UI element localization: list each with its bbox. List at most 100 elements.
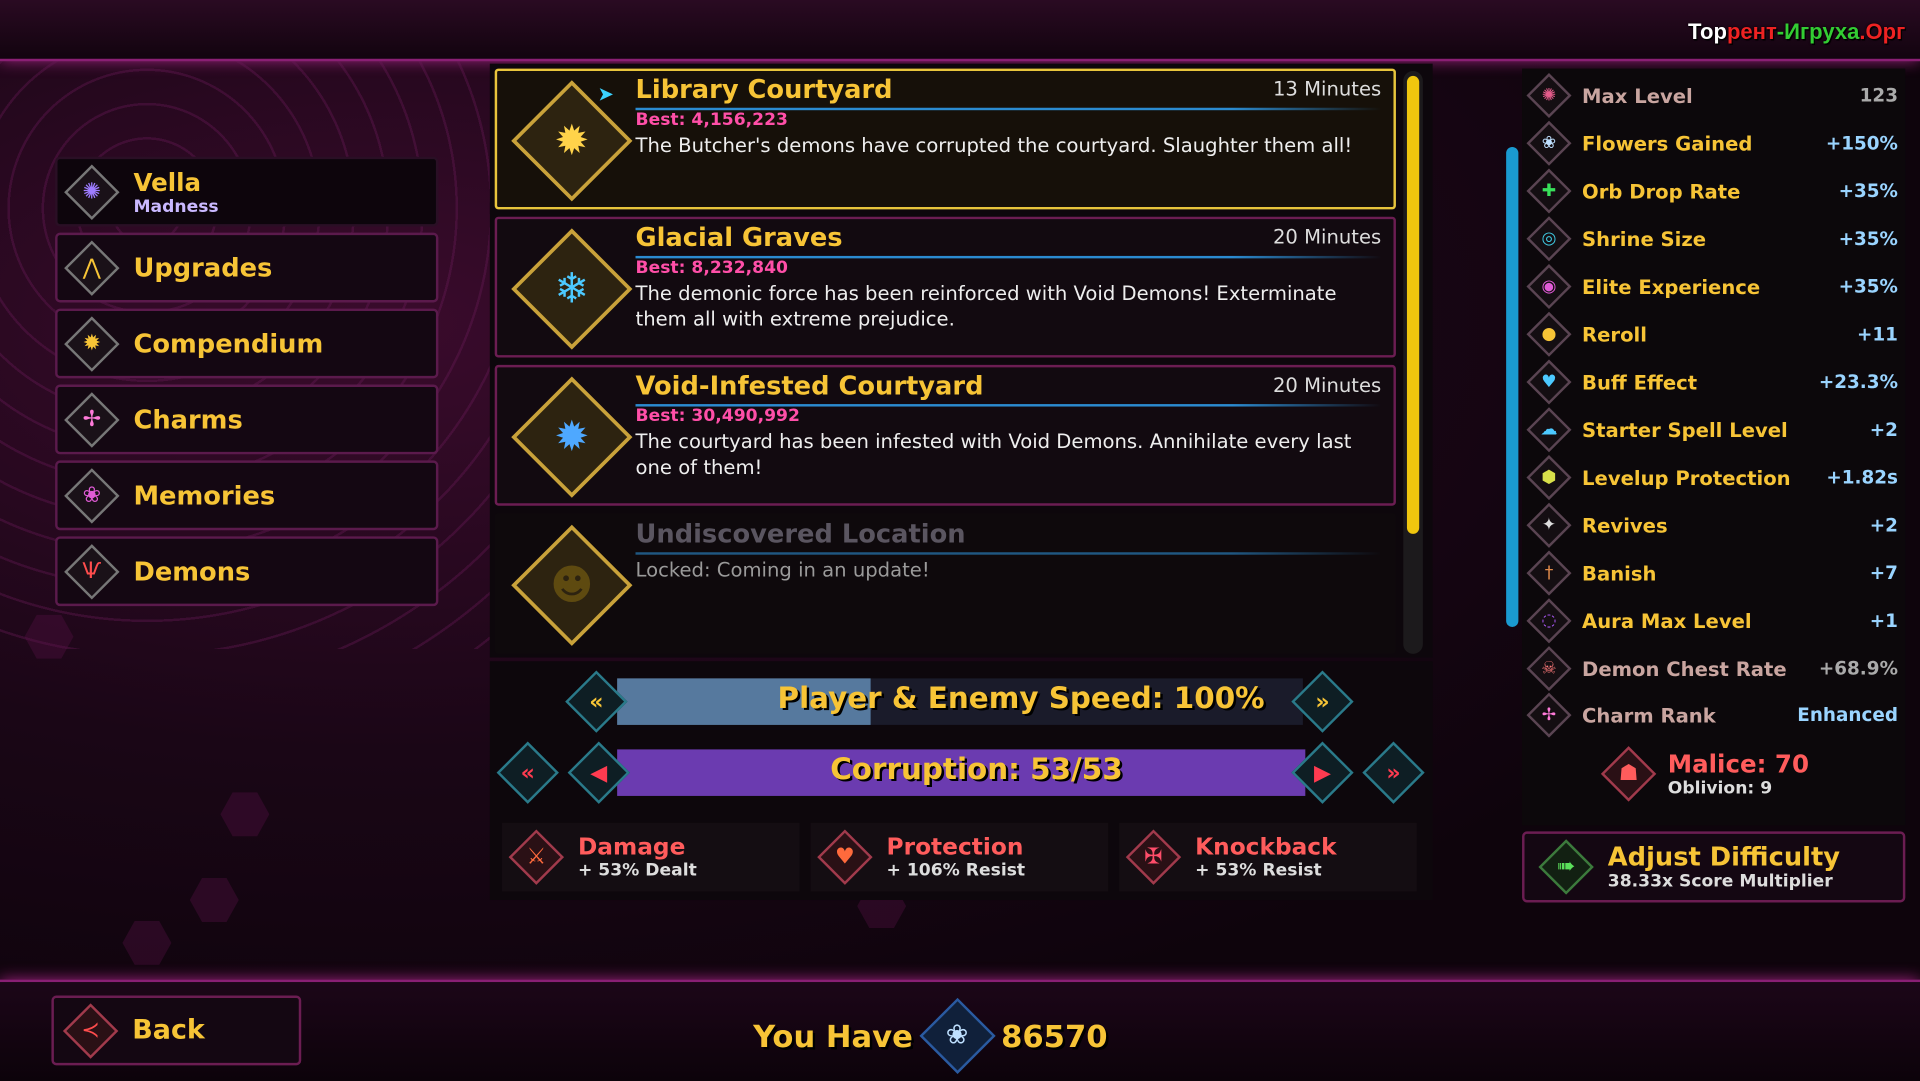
snowflake-icon: ❄ bbox=[514, 231, 629, 346]
background-hexagon bbox=[189, 877, 239, 923]
stat-value: Enhanced bbox=[1797, 704, 1898, 727]
menu-item-demons[interactable]: Ѱ Demons bbox=[55, 536, 439, 607]
adjust-difficulty-label: Adjust Difficulty bbox=[1607, 842, 1841, 872]
level-title: Void-Infested Courtyard bbox=[635, 371, 984, 401]
menu-item-charms[interactable]: ✢ Charms bbox=[55, 384, 439, 455]
level-description: The demonic force has been reinforced wi… bbox=[635, 281, 1337, 331]
stat-row: ◉ Elite Experience +35% bbox=[1531, 266, 1898, 308]
stats-accent-bar bbox=[1506, 146, 1519, 627]
stat-value: +2 bbox=[1869, 514, 1898, 537]
menu-item-label: Memories bbox=[133, 480, 276, 511]
level-card-void-infested-courtyard[interactable]: ✹ Void-Infested Courtyard 20 Minutes Bes… bbox=[494, 364, 1396, 506]
stat-name: Flowers Gained bbox=[1582, 131, 1753, 155]
stat-value: +2 bbox=[1869, 418, 1898, 441]
stat-row: † Banish +7 bbox=[1531, 552, 1898, 594]
stat-name: Shrine Size bbox=[1582, 227, 1707, 251]
stat-value: +1.82s bbox=[1826, 466, 1898, 489]
corruption-min-button[interactable]: « bbox=[501, 746, 555, 800]
level-title: Library Courtyard bbox=[635, 74, 893, 105]
spell-icon: ☁ bbox=[1531, 411, 1568, 448]
level-duration: 20 Minutes bbox=[1272, 225, 1382, 249]
stat-name: Revives bbox=[1582, 513, 1668, 537]
modifier-damage: ⚔ Damage + 53% Dealt bbox=[502, 822, 800, 892]
level-duration: 20 Minutes bbox=[1272, 373, 1382, 397]
game-screen: Торрент-Игруха.Орг ✺ Vella Madness ⋀ Upg… bbox=[0, 0, 1920, 1081]
orb-cross-icon: ✚ bbox=[1531, 173, 1568, 210]
modifier-name: Knockback bbox=[1195, 833, 1337, 861]
menu-item-memories[interactable]: ❀ Memories bbox=[55, 460, 439, 531]
back-button[interactable]: ≺ Back bbox=[51, 995, 302, 1066]
watermark: Торрент-Игруха.Орг bbox=[1687, 19, 1906, 45]
stat-row: ◌ Aura Max Level +1 bbox=[1531, 600, 1898, 642]
character-subtitle: Madness bbox=[133, 196, 219, 217]
stat-row: ✢ Charm Rank Enhanced bbox=[1531, 694, 1898, 736]
level-list-scroll-thumb[interactable] bbox=[1406, 75, 1420, 534]
level-card-glacial-graves[interactable]: ❄ Glacial Graves 20 Minutes Best: 8,232,… bbox=[494, 216, 1396, 358]
corruption-label: Corruption: 53/53 bbox=[830, 751, 1123, 787]
character-header[interactable]: ✺ Vella Madness bbox=[55, 156, 439, 227]
stat-name: Demon Chest Rate bbox=[1582, 656, 1787, 681]
modifier-protection: ♥ Protection + 106% Resist bbox=[810, 822, 1109, 892]
level-card-locked: ☻ Undiscovered Location Locked: Coming i… bbox=[494, 513, 1396, 654]
stat-row: ✺ Max Level 123 bbox=[1531, 75, 1898, 117]
background-hexagon bbox=[122, 920, 172, 965]
demon-chest-icon: ☠ bbox=[1531, 650, 1568, 687]
stat-row: ● Reroll +11 bbox=[1531, 313, 1898, 355]
score-multiplier: 38.33x Score Multiplier bbox=[1607, 871, 1833, 892]
speed-increase-button[interactable]: » bbox=[1296, 675, 1350, 729]
menu-item-compendium[interactable]: ✹ Compendium bbox=[55, 308, 439, 379]
stat-name: Orb Drop Rate bbox=[1582, 179, 1741, 203]
back-label: Back bbox=[132, 1015, 205, 1046]
stat-value: +35% bbox=[1838, 275, 1898, 298]
demon-icon: Ѱ bbox=[67, 547, 116, 596]
banish-dagger-icon: † bbox=[1531, 555, 1568, 592]
stat-name: Aura Max Level bbox=[1582, 609, 1752, 633]
modifier-value: + 53% Dealt bbox=[577, 860, 697, 881]
back-arrow-icon: ≺ bbox=[66, 1006, 115, 1055]
stat-value: +23.3% bbox=[1818, 371, 1898, 394]
currency-display: You Have ❀ 86570 bbox=[753, 1002, 1108, 1071]
level-duration: 13 Minutes bbox=[1272, 77, 1382, 101]
corruption-decrease-button[interactable]: ◀ bbox=[572, 746, 626, 800]
top-bar bbox=[0, 0, 1920, 62]
speed-decrease-button[interactable]: « bbox=[569, 675, 623, 729]
corruption-max-button[interactable]: » bbox=[1367, 746, 1421, 800]
stat-row: ☁ Starter Spell Level +2 bbox=[1531, 409, 1898, 451]
level-description: The courtyard has been infested with Voi… bbox=[635, 429, 1352, 479]
heart-shield-icon: ♥ bbox=[820, 833, 869, 882]
stat-name: Elite Experience bbox=[1582, 274, 1761, 299]
adjust-difficulty-button[interactable]: ➠ Adjust Difficulty 38.33x Score Multipli… bbox=[1522, 831, 1906, 903]
stat-value: +68.9% bbox=[1818, 657, 1898, 680]
level-description: Locked: Coming in an update! bbox=[635, 558, 930, 582]
menu-item-label: Upgrades bbox=[133, 252, 273, 283]
brain-icon: ❀ bbox=[67, 471, 116, 520]
sword-icon: ⚔ bbox=[512, 833, 561, 882]
menu-item-upgrades[interactable]: ⋀ Upgrades bbox=[55, 232, 439, 303]
level-card-library-courtyard[interactable]: ✹ ➤ Library Courtyard 13 Minutes Best: 4… bbox=[494, 68, 1396, 210]
flower-currency-icon: ❀ bbox=[923, 1002, 992, 1071]
knockback-shield-icon: ✠ bbox=[1129, 833, 1178, 882]
speed-label: Player & Enemy Speed: 100% bbox=[777, 680, 1265, 716]
stat-value: +7 bbox=[1869, 562, 1898, 585]
modifier-name: Protection bbox=[886, 833, 1024, 861]
elite-icon: ◉ bbox=[1531, 268, 1568, 305]
menu-item-label: Charms bbox=[133, 404, 243, 435]
modifier-value: + 106% Resist bbox=[886, 860, 1026, 881]
buff-heart-icon: ♥ bbox=[1531, 364, 1568, 401]
stat-row: ✦ Revives +2 bbox=[1531, 504, 1898, 546]
shrine-icon: ◎ bbox=[1531, 220, 1568, 257]
stat-row: ✚ Orb Drop Rate +35% bbox=[1531, 170, 1898, 212]
corruption-increase-button[interactable]: ▶ bbox=[1296, 746, 1350, 800]
stat-row: ⬢ Levelup Protection +1.82s bbox=[1531, 457, 1898, 499]
level-list: ✹ ➤ Library Courtyard 13 Minutes Best: 4… bbox=[489, 63, 1433, 658]
main-menu: ✺ Vella Madness ⋀ Upgrades ✹ Compendium … bbox=[55, 156, 439, 613]
level-best-score: Best: 30,490,992 bbox=[635, 406, 800, 427]
level-title: Glacial Graves bbox=[635, 222, 843, 253]
modifier-name: Damage bbox=[577, 833, 686, 861]
stat-row: ☠ Demon Chest Rate +68.9% bbox=[1531, 648, 1898, 690]
dice-bag-icon: ● bbox=[1531, 316, 1568, 353]
stat-row: ◎ Shrine Size +35% bbox=[1531, 218, 1898, 260]
stat-name: Levelup Protection bbox=[1582, 465, 1791, 490]
level-best-score: Best: 4,156,223 bbox=[635, 110, 788, 130]
modifier-knockback: ✠ Knockback + 53% Resist bbox=[1119, 822, 1417, 892]
